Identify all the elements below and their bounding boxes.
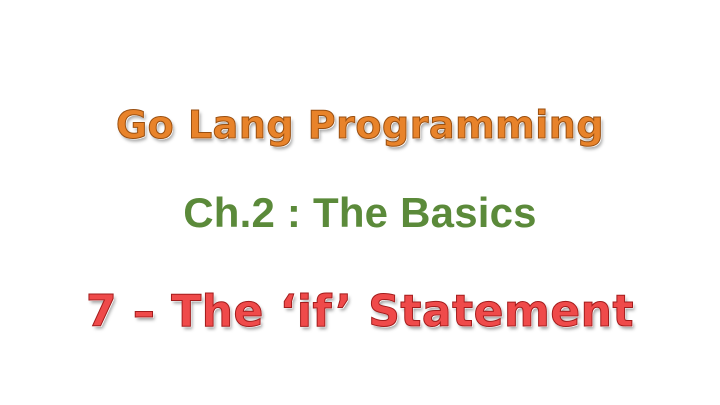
chapter-subtitle: Ch.2 : The Basics [183,189,537,236]
course-title: Go Lang Programming [115,103,605,147]
title-slide: Go Lang Programming Ch.2 : The Basics 7 … [0,0,720,405]
lesson-title: 7 – The ‘if’ Statement [85,286,635,337]
